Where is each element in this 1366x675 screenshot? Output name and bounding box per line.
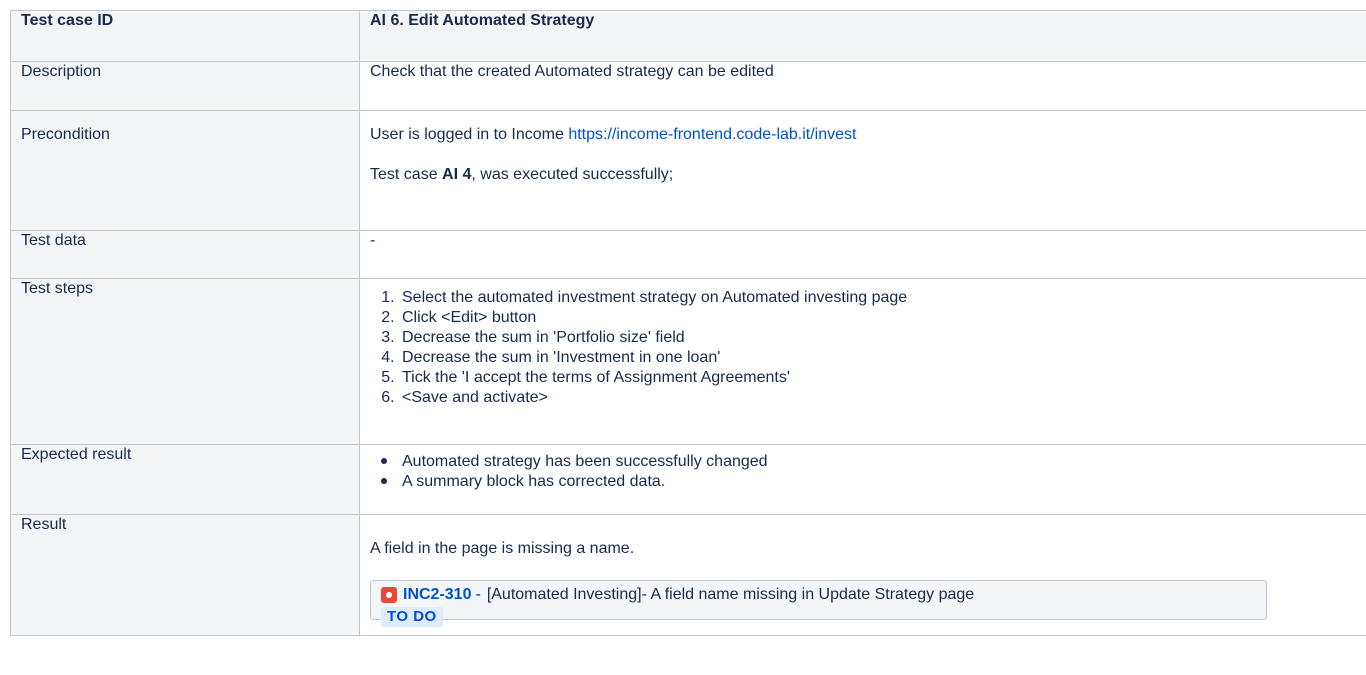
result-value: A field in the page is missing a name. I…	[359, 514, 1366, 636]
test-data-value: -	[359, 230, 1366, 279]
jira-issue-line: INC2-310 - [Automated Investing]- A fiel…	[381, 585, 1256, 605]
test-steps-label: Test steps	[10, 278, 360, 445]
test-steps-row: Test steps Select the automated investme…	[10, 278, 1366, 445]
list-item: Select the automated investment strategy…	[399, 288, 1356, 308]
income-link[interactable]: https://income-frontend.code-lab.it/inve…	[568, 126, 856, 143]
jira-issue-summary: [Automated Investing]- A field name miss…	[486, 586, 975, 603]
header-row: Test case ID AI 6. Edit Automated Strate…	[10, 10, 1366, 62]
precondition-value: User is logged in to Income https://inco…	[359, 110, 1366, 231]
result-row: Result A field in the page is missing a …	[10, 514, 1366, 636]
description-label: Description	[10, 61, 360, 111]
result-text: A field in the page is missing a name.	[370, 540, 635, 557]
list-item: <Save and activate>	[399, 388, 1356, 408]
precondition-text: User is logged in to Income	[370, 126, 569, 143]
status-badge: TO DO	[381, 607, 443, 627]
list-item: Tick the 'I accept the terms of Assignme…	[399, 368, 1356, 388]
precondition-label: Precondition	[10, 110, 360, 231]
precondition-line-1: User is logged in to Income https://inco…	[370, 125, 1356, 145]
list-item: Decrease the sum in 'Portfolio size' fie…	[399, 328, 1356, 348]
list-item: A summary block has corrected data.	[381, 472, 1356, 492]
page: Test case ID AI 6. Edit Automated Strate…	[0, 0, 1366, 675]
test-steps-value: Select the automated investment strategy…	[359, 278, 1366, 445]
expected-result-value: Automated strategy has been successfully…	[359, 444, 1366, 515]
description-value: Check that the created Automated strateg…	[359, 61, 1366, 111]
precondition-test-case-ref: AI 4	[442, 166, 472, 183]
precondition-line2-suffix: , was executed successfully;	[471, 166, 674, 183]
list-item: Decrease the sum in 'Investment in one l…	[399, 348, 1356, 368]
jira-issue-key-link[interactable]: INC2-310	[403, 585, 471, 605]
test-data-row: Test data -	[10, 230, 1366, 279]
test-case-id: AI 6. Edit Automated Strategy	[359, 10, 1366, 62]
jira-separator: -	[475, 586, 481, 603]
precondition-line-2: Test case AI 4, was executed successfull…	[370, 165, 1356, 185]
expected-result-label: Expected result	[10, 444, 360, 515]
list-item: Automated strategy has been successfully…	[381, 452, 1356, 472]
test-data-label: Test data	[10, 230, 360, 279]
expected-result-row: Expected result Automated strategy has b…	[10, 444, 1366, 515]
list-item: Click <Edit> button	[399, 308, 1356, 328]
test-case-table: Test case ID AI 6. Edit Automated Strate…	[10, 10, 1366, 636]
precondition-line2-prefix: Test case	[370, 166, 443, 183]
description-row: Description Check that the created Autom…	[10, 61, 1366, 111]
result-label: Result	[10, 514, 360, 636]
test-steps-list: Select the automated investment strategy…	[370, 288, 1356, 408]
jira-issue-card[interactable]: INC2-310 - [Automated Investing]- A fiel…	[370, 580, 1267, 627]
expected-result-list: Automated strategy has been successfully…	[370, 452, 1356, 492]
precondition-row: Precondition User is logged in to Income…	[10, 110, 1366, 231]
header-label: Test case ID	[10, 10, 360, 62]
bug-icon	[381, 587, 397, 603]
